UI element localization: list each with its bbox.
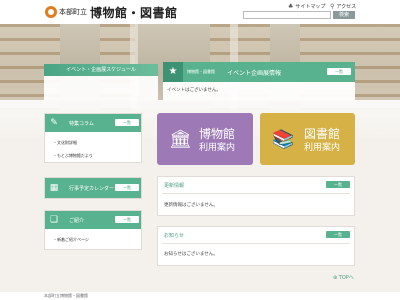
event-info-header: ★ 博物館・図書館 イベント企画展情報 一覧 xyxy=(163,62,355,82)
star-icon: ★ xyxy=(163,62,183,82)
column-item[interactable]: もとぶ博物館だより xyxy=(53,153,93,159)
library-guide-button[interactable]: 📚 図書館 利用案内 xyxy=(260,113,355,165)
notices-list-button[interactable]: 一覧 xyxy=(326,231,350,238)
column-list-button[interactable]: 一覧 xyxy=(115,119,139,126)
event-info-category: 博物館・図書館 xyxy=(187,69,215,74)
footer-text: 本部町立博物館・図書館 xyxy=(44,293,88,298)
site-title[interactable]: 博物館・図書館 xyxy=(90,4,178,21)
town-name: 本部町立 xyxy=(59,8,87,16)
event-info-body: イベントはございません。 xyxy=(167,88,221,93)
intro-box: ❏ ご紹介 一覧 新着ご紹介ページ xyxy=(44,210,142,250)
museum-icon: 🏛 xyxy=(169,129,192,150)
search-input[interactable] xyxy=(243,11,331,19)
event-schedule-title[interactable]: イベント・企画展スケジュール xyxy=(44,64,158,76)
updates-title: 更新情報 xyxy=(164,183,185,189)
notices-body: お知らせはございません。 xyxy=(164,252,218,257)
site-header: 本部町立 博物館・図書館 ♣ サイトマップ ⚲ アクセス 検索 xyxy=(0,0,400,24)
back-to-top-link[interactable]: ⊕ TOPへ xyxy=(333,274,354,281)
notices-title: お知らせ xyxy=(164,233,184,239)
notices-box: お知らせ 一覧 お知らせはございません。 xyxy=(157,226,355,266)
books-icon: 📚 xyxy=(272,129,295,150)
intro-list-button[interactable]: 一覧 xyxy=(115,216,139,223)
intro-title: ご紹介 xyxy=(69,218,85,224)
calendar-header: ▦ 行事予定カレンダー 一覧 xyxy=(45,178,141,198)
column-item[interactable]: 文化財詳細 xyxy=(53,140,77,146)
sitemap-label: サイトマップ xyxy=(295,4,326,10)
intro-header: ❏ ご紹介 一覧 xyxy=(45,211,141,229)
arrow-up-icon: ⊕ xyxy=(333,275,338,281)
event-schedule-panel[interactable]: イベント・企画展スケジュール xyxy=(44,64,158,100)
museum-guide-button[interactable]: 🏛 博物館 利用案内 xyxy=(157,113,253,165)
speech-bubble-icon: ❏ xyxy=(49,215,59,225)
search-button[interactable]: 検索 xyxy=(333,11,355,19)
calendar-list-button[interactable]: 一覧 xyxy=(115,184,139,191)
divider xyxy=(162,243,350,244)
calendar-box[interactable]: ▦ 行事予定カレンダー 一覧 xyxy=(44,177,142,199)
museum-guide-sublabel: 利用案内 xyxy=(199,143,236,153)
updates-body: 更新情報はございません。 xyxy=(164,203,218,208)
event-info-title: イベント企画展情報 xyxy=(227,70,282,77)
event-info-panel: ★ 博物館・図書館 イベント企画展情報 一覧 イベントはございません。 xyxy=(163,62,355,100)
pencil-icon: ✎ xyxy=(50,118,58,128)
access-label: アクセス xyxy=(336,4,357,10)
sitemap-icon: ♣ xyxy=(288,3,294,10)
divider xyxy=(162,193,350,194)
library-guide-sublabel: 利用案内 xyxy=(304,143,341,153)
intro-item[interactable]: 新着ご紹介ページ xyxy=(53,237,89,243)
updates-list-button[interactable]: 一覧 xyxy=(326,181,350,188)
access-link[interactable]: ⚲ アクセス xyxy=(330,3,356,10)
column-header: ✎ 特集コラム 一覧 xyxy=(45,114,141,132)
column-box: ✎ 特集コラム 一覧 文化財詳細 もとぶ博物館だより xyxy=(44,113,142,163)
back-to-top-label: TOPへ xyxy=(338,275,354,281)
column-title: 特集コラム xyxy=(69,121,94,127)
town-emblem-icon[interactable] xyxy=(45,6,57,18)
calendar-title: 行事予定カレンダー xyxy=(69,186,115,192)
updates-box: 更新情報 一覧 更新情報はございません。 xyxy=(157,176,355,216)
sitemap-link[interactable]: ♣ サイトマップ xyxy=(288,3,325,10)
calendar-icon: ▦ xyxy=(49,183,59,193)
event-info-list-button[interactable]: 一覧 xyxy=(327,68,351,75)
location-icon: ⚲ xyxy=(330,3,335,10)
